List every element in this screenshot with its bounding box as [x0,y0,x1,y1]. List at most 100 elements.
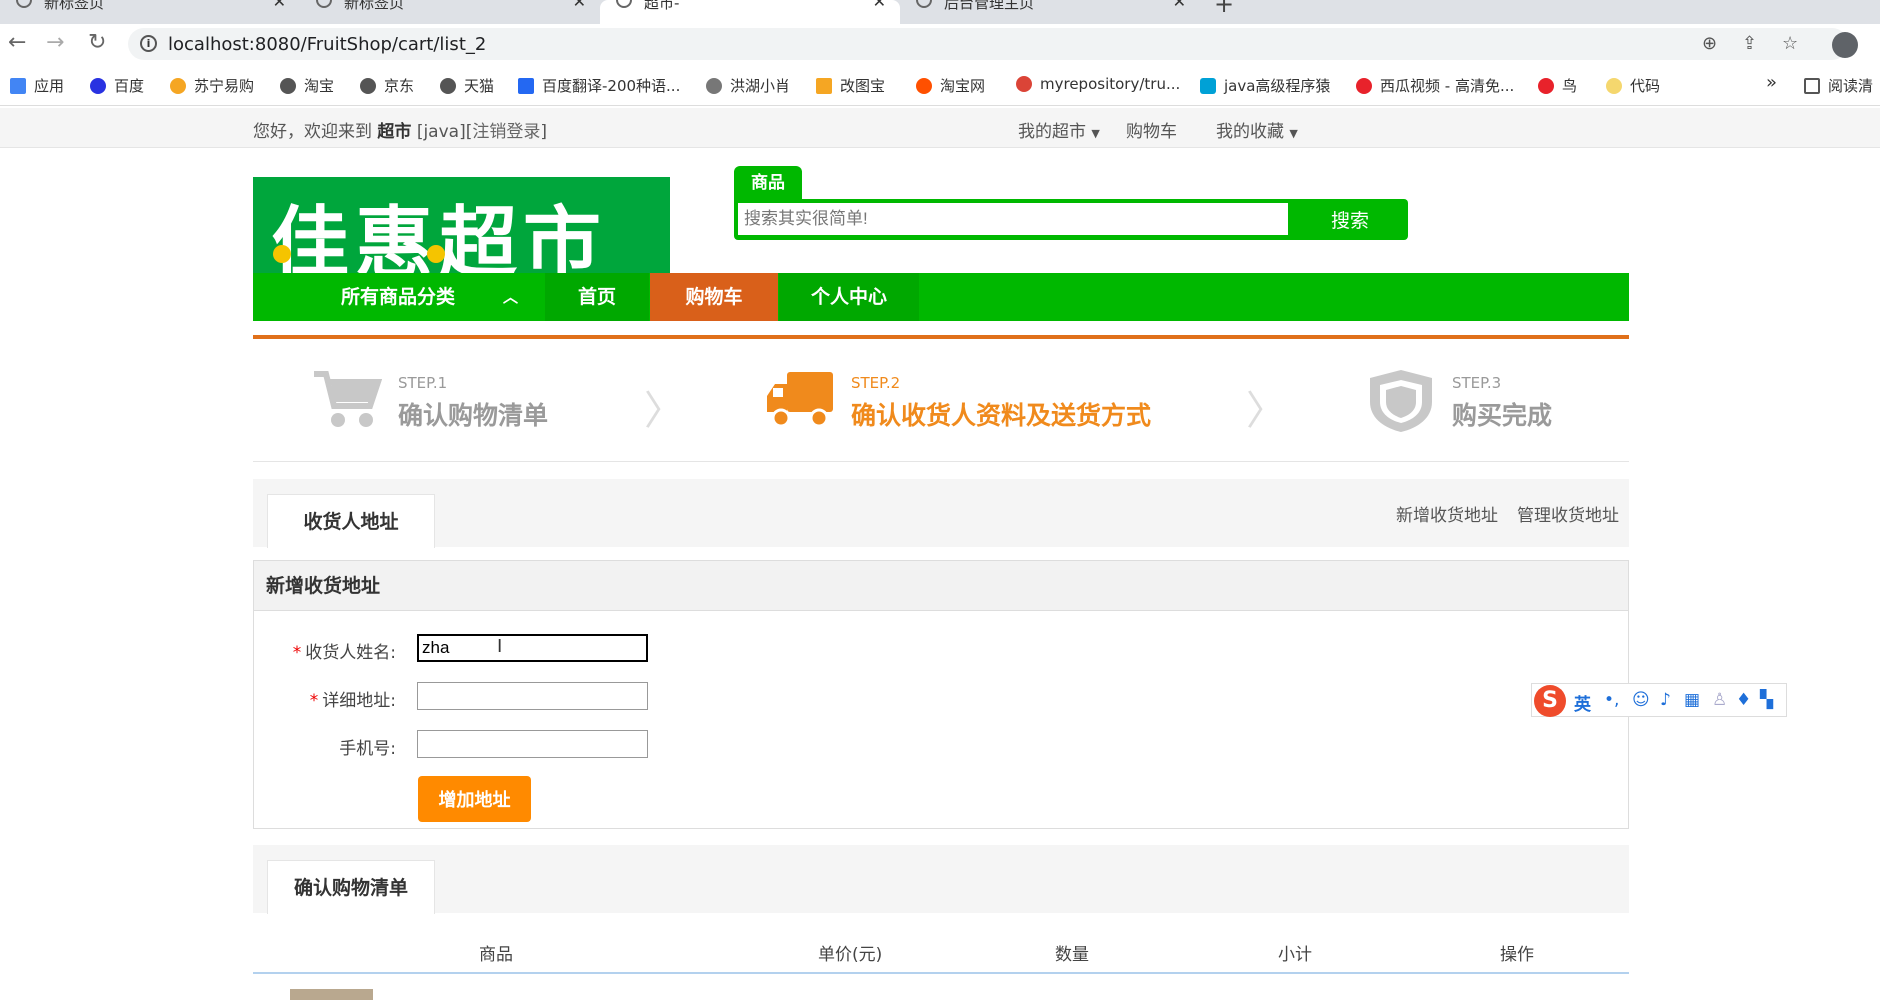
microphone-icon[interactable]: ♪ [1660,690,1671,710]
reload-icon[interactable]: ↻ [88,30,106,55]
info-icon[interactable]: i [140,35,157,52]
ime-language-toggle[interactable]: 英 [1574,690,1591,715]
tab-consignee-address[interactable]: 收货人地址 [267,494,435,548]
bookmarks-bar: 应用 百度 苏宁易购 淘宝 京东 天猫 百度翻译-200种语... 洪湖小肖 改… [0,66,1880,106]
site-logo[interactable]: 佳惠超市 [253,177,670,273]
browser-tab[interactable]: 新标签页 ✕ [0,0,300,24]
bookmark-label: java高级程序猿 [1224,77,1331,95]
shield-icon [1370,370,1432,432]
close-icon[interactable]: ✕ [1173,0,1186,11]
close-icon[interactable]: ✕ [273,0,286,11]
globe-icon [316,0,332,8]
all-categories-menu[interactable]: 所有商品分类 ︿ [253,273,543,321]
taobao-icon [916,78,932,94]
detail-address-input[interactable] [417,682,648,710]
bookmark-item[interactable]: 京东 [360,75,414,96]
browser-tab[interactable]: 新标签页 ✕ [300,0,600,24]
globe-icon [280,78,296,94]
step-title: 确认购物清单 [398,401,549,430]
url-bar[interactable]: i localhost:8080/FruitShop/cart/list_2 ⊕… [128,28,1848,60]
bookmark-item[interactable]: 天猫 [440,75,494,96]
nav-cart[interactable]: 购物车 [650,273,778,321]
favorites-label: 我的收藏 [1216,122,1284,142]
consignee-name-input[interactable] [417,634,648,662]
punctuation-icon[interactable]: •, [1604,690,1619,710]
back-icon[interactable]: ← [8,30,26,55]
nav-personal-center[interactable]: 个人中心 [779,273,919,321]
new-address-form: 新增收货地址 *收货人姓名: *详细地址: 手机号: 增加地址 [253,560,1629,829]
search-category-tab[interactable]: 商品 [734,166,802,200]
search-box: 搜索 [734,199,1408,240]
logo-dot [273,245,291,263]
browser-tab[interactable]: 后台管理主页 ✕ [900,0,1200,24]
bookmark-label: 苏宁易购 [194,77,255,95]
globe-icon [16,0,32,8]
truck-icon [767,372,833,428]
more-bookmarks-icon[interactable]: » [1766,72,1777,93]
nav-home[interactable]: 首页 [545,273,649,321]
user-icon[interactable]: ♙ [1712,690,1727,710]
add-address-button[interactable]: 增加地址 [418,776,531,822]
search-button[interactable]: 搜索 [1292,199,1408,240]
site-name: 超市 [377,122,412,142]
bookmark-item[interactable]: 代码 [1606,75,1660,96]
forward-icon[interactable]: → [46,30,64,55]
bookmark-item[interactable]: 改图宝 [816,75,885,96]
top-cart-link[interactable]: 购物车 [1126,117,1177,142]
ime-toolbar[interactable]: S 英 •, ☺ ♪ ▦ ♙ ♦ ▚ [1531,683,1787,717]
caret-down-icon: ▼ [1091,127,1100,140]
url-text[interactable]: localhost:8080/FruitShop/cart/list_2 [168,34,486,55]
bookmark-item[interactable]: 洪湖小肖 [706,75,790,96]
chevron-up-icon: ︿ [503,288,519,306]
bookmark-item[interactable]: 淘宝 [280,75,334,96]
emoji-icon[interactable]: ☺ [1632,690,1650,710]
bracket: ] [540,122,547,142]
bookmark-label: 天猫 [464,77,495,95]
welcome-text: 您好，欢迎来到 超市 [java][注销登录] [253,117,547,142]
zoom-icon[interactable]: ⊕ [1702,33,1717,54]
chevron-right-icon: 〉 [644,388,684,434]
tab-title: 后台管理主页 [944,0,1035,12]
bookmark-item[interactable]: 苏宁易购 [170,75,254,96]
star-icon[interactable]: ☆ [1782,33,1798,54]
bookmark-item[interactable]: 淘宝网 [916,75,985,96]
bilibili-icon [1200,78,1216,94]
bookmark-item[interactable]: myrepository/tru... [1016,75,1180,93]
column-header: 小计 [1278,945,1312,965]
add-address-link[interactable]: 新增收货地址 [1396,501,1498,526]
my-market-menu[interactable]: 我的超市 ▼ [1018,117,1100,142]
video-icon [1356,78,1372,94]
skin-icon[interactable]: ♦ [1736,690,1751,710]
phone-input[interactable] [417,730,648,758]
divider [253,461,1629,462]
reading-list-button[interactable]: 阅读清 [1804,75,1873,96]
browser-tab-active[interactable]: 超市- ✕ [600,0,900,24]
bookmark-label: 鸟 [1562,77,1578,95]
bookmark-item[interactable]: 应用 [10,75,64,96]
bookmark-item[interactable]: 百度翻译-200种语... [518,75,680,96]
manage-address-link[interactable]: 管理收货地址 [1517,501,1619,526]
tab-confirm-cart[interactable]: 确认购物清单 [267,860,435,914]
sogou-logo-icon[interactable]: S [1534,685,1566,717]
step-label: STEP.1 [398,374,448,392]
bookmark-item[interactable]: 西瓜视频 - 高清免... [1356,75,1514,96]
new-tab-icon[interactable]: + [1214,0,1234,18]
bookmark-item[interactable]: 鸟 [1538,75,1577,96]
search-input[interactable] [738,203,1288,235]
text-cursor-icon: I [497,636,503,657]
column-header: 商品 [479,945,513,965]
bookmark-item[interactable]: 百度 [90,75,144,96]
bookmark-item[interactable]: java高级程序猿 [1200,75,1330,96]
name-label-text: 收货人姓名: [305,643,396,663]
keyboard-icon[interactable]: ▦ [1684,690,1700,710]
close-icon[interactable]: ✕ [573,0,586,11]
close-icon[interactable]: ✕ [873,0,886,11]
suning-icon [170,78,186,94]
favorites-menu[interactable]: 我的收藏 ▼ [1216,117,1298,142]
profile-avatar-icon[interactable] [1832,32,1858,58]
product-thumbnail[interactable] [290,989,373,1000]
column-header: 数量 [1055,945,1089,965]
share-icon[interactable]: ⇪ [1742,33,1757,54]
grid-icon[interactable]: ▚ [1760,690,1773,710]
logout-link[interactable]: 注销登录 [472,122,540,142]
